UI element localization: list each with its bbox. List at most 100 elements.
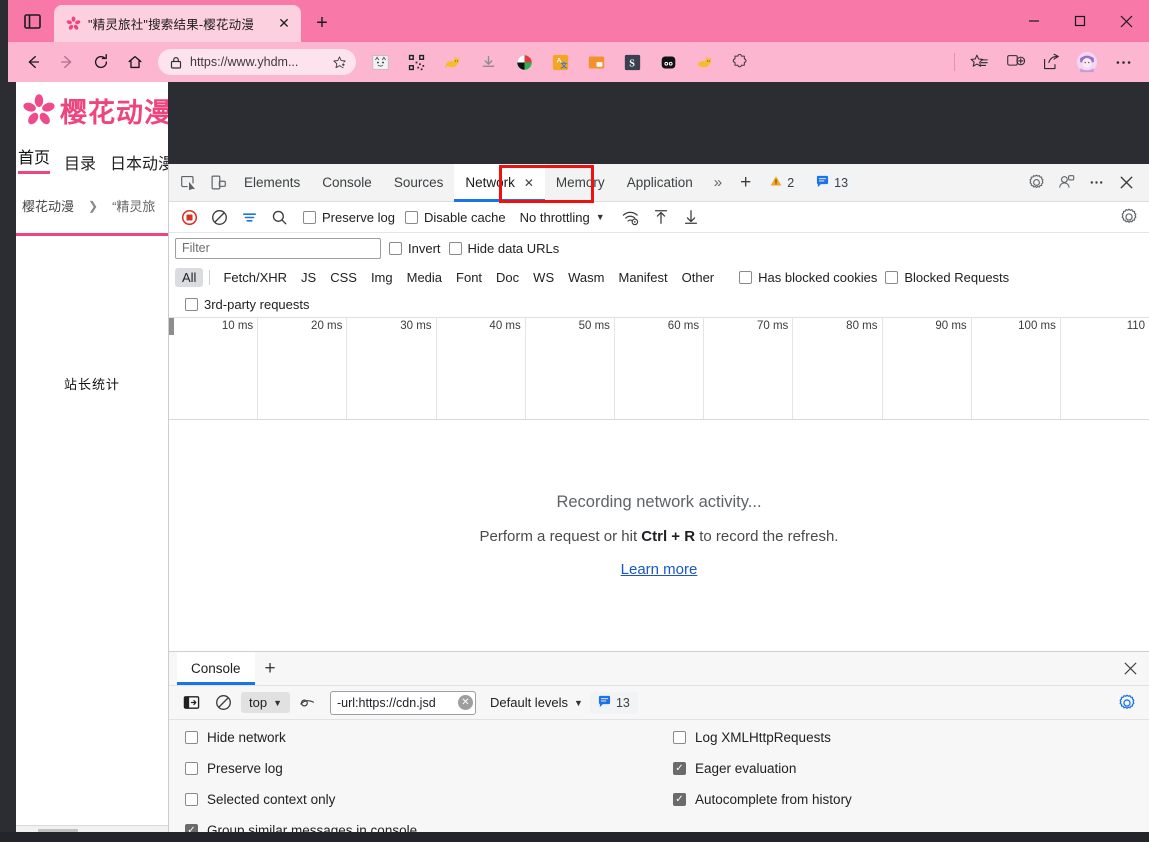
- tab-console[interactable]: Console: [311, 164, 383, 202]
- search-icon[interactable]: [265, 204, 293, 230]
- disable-cache-box[interactable]: [404, 210, 418, 224]
- browser-tab[interactable]: "精灵旅社"搜索结果-樱花动漫 ✕: [54, 5, 301, 42]
- panda-extension-icon[interactable]: [653, 47, 683, 77]
- favorite-star-icon[interactable]: [328, 55, 350, 70]
- clear-filter-icon[interactable]: ✕: [458, 695, 473, 710]
- picture-in-picture-extension-icon[interactable]: [581, 47, 611, 77]
- tab-memory[interactable]: Memory: [545, 164, 616, 202]
- has-blocked-cookies-checkbox[interactable]: Has blocked cookies: [739, 270, 877, 285]
- export-har-icon[interactable]: [677, 204, 705, 230]
- invert-checkbox[interactable]: Invert: [389, 241, 441, 256]
- split-screen-icon[interactable]: [1000, 47, 1030, 77]
- tab-application[interactable]: Application: [616, 164, 704, 202]
- breadcrumb-root[interactable]: 樱花动漫: [22, 196, 74, 215]
- device-toolbar-icon[interactable]: [203, 168, 233, 198]
- address-bar[interactable]: https://www.yhdm...: [158, 49, 356, 75]
- type-filter-js[interactable]: JS: [294, 268, 323, 287]
- filter-icon[interactable]: [235, 204, 263, 230]
- message-badge[interactable]: 13: [808, 171, 857, 194]
- type-filter-css[interactable]: CSS: [323, 268, 364, 287]
- add-panel-button[interactable]: +: [732, 172, 759, 194]
- site-nav-item-japanese[interactable]: 日本动漫: [110, 150, 168, 174]
- network-conditions-icon[interactable]: [617, 204, 645, 230]
- hide-data-urls-box[interactable]: [448, 241, 462, 255]
- tab-network[interactable]: Network ✕: [454, 163, 545, 202]
- learn-more-link[interactable]: Learn more: [621, 561, 698, 578]
- warning-badge[interactable]: 2: [762, 171, 803, 194]
- console-preserve-log-checkbox[interactable]: Preserve log: [185, 761, 659, 776]
- type-filter-wasm[interactable]: Wasm: [561, 268, 611, 287]
- record-stop-icon[interactable]: [175, 204, 203, 230]
- color-wheel-extension-icon[interactable]: [509, 47, 539, 77]
- tab-sources[interactable]: Sources: [383, 164, 455, 202]
- console-sidebar-icon[interactable]: [177, 690, 205, 716]
- site-stat-counter[interactable]: 站长统计: [16, 374, 168, 393]
- has-blocked-cookies-box[interactable]: [739, 270, 753, 284]
- tab-network-close-icon[interactable]: ✕: [524, 176, 534, 190]
- yellow-cat2-extension-icon[interactable]: [689, 47, 719, 77]
- network-filter-input[interactable]: [175, 237, 381, 259]
- type-filter-img[interactable]: Img: [364, 268, 400, 287]
- autocomplete-history-checkbox[interactable]: Autocomplete from history: [673, 792, 852, 807]
- clear-icon[interactable]: [205, 204, 233, 230]
- new-tab-button[interactable]: +: [308, 10, 336, 36]
- hide-data-urls-checkbox[interactable]: Hide data URLs: [448, 241, 559, 256]
- console-message-badge[interactable]: 13: [589, 691, 638, 714]
- live-expression-icon[interactable]: [294, 690, 322, 716]
- selected-context-only-checkbox[interactable]: Selected context only: [185, 792, 659, 807]
- hide-network-checkbox[interactable]: Hide network: [185, 730, 659, 745]
- console-settings-gear-icon[interactable]: [1113, 690, 1141, 716]
- drawer-tab-console[interactable]: Console: [177, 652, 255, 685]
- disable-cache-checkbox[interactable]: Disable cache: [404, 210, 506, 225]
- throttling-select[interactable]: No throttling ▼: [520, 210, 605, 225]
- s-logo-extension-icon[interactable]: S: [617, 47, 647, 77]
- eager-evaluation-box[interactable]: [673, 762, 686, 775]
- console-filter-input[interactable]: [337, 695, 458, 710]
- selected-context-only-box[interactable]: [185, 793, 198, 806]
- site-nav-item-home[interactable]: 首页: [18, 144, 51, 174]
- drawer-add-tool-button[interactable]: +: [255, 658, 286, 680]
- more-tabs-chevron-icon[interactable]: »: [708, 174, 728, 191]
- settings-more-icon[interactable]: [1108, 47, 1138, 77]
- back-arrow-icon[interactable]: [16, 46, 50, 78]
- settings-gear-icon[interactable]: [1021, 168, 1051, 198]
- translate-extension-icon[interactable]: A文: [545, 47, 575, 77]
- tab-close-icon[interactable]: ✕: [273, 13, 295, 35]
- network-settings-gear-icon[interactable]: [1115, 204, 1143, 230]
- home-icon[interactable]: [118, 46, 152, 78]
- minimize-icon[interactable]: [1011, 0, 1057, 42]
- clear-console-icon[interactable]: [209, 690, 237, 716]
- site-nav-item-catalog[interactable]: 目录: [64, 150, 96, 174]
- preserve-log-box[interactable]: [303, 210, 316, 224]
- type-filter-manifest[interactable]: Manifest: [611, 268, 674, 287]
- console-preserve-log-box[interactable]: [185, 762, 198, 775]
- blocked-requests-checkbox[interactable]: Blocked Requests: [885, 270, 1009, 285]
- inspect-element-icon[interactable]: [173, 168, 203, 198]
- import-har-icon[interactable]: [647, 204, 675, 230]
- reload-icon[interactable]: [84, 46, 118, 78]
- log-xhr-box[interactable]: [673, 731, 686, 744]
- autocomplete-history-box[interactable]: [673, 793, 686, 806]
- type-filter-fetch-xhr[interactable]: Fetch/XHR: [216, 268, 294, 287]
- third-party-requests-checkbox[interactable]: 3rd-party requests: [185, 297, 310, 312]
- yellow-cat-extension-icon[interactable]: [437, 47, 467, 77]
- download-extension-icon[interactable]: [473, 47, 503, 77]
- tab-elements[interactable]: Elements: [233, 164, 311, 202]
- type-filter-other[interactable]: Other: [675, 268, 722, 287]
- blocked-requests-box[interactable]: [885, 270, 899, 284]
- qr-code-extension-icon[interactable]: [401, 47, 431, 77]
- maximize-icon[interactable]: [1057, 0, 1103, 42]
- type-filter-font[interactable]: Font: [449, 268, 489, 287]
- console-levels-select[interactable]: Default levels ▼: [490, 695, 583, 710]
- eager-evaluation-checkbox[interactable]: Eager evaluation: [673, 761, 852, 776]
- puzzle-extension-icon[interactable]: [725, 47, 755, 77]
- invert-box[interactable]: [389, 241, 402, 255]
- profile-avatar-icon[interactable]: [1072, 47, 1102, 77]
- type-filter-media[interactable]: Media: [400, 268, 449, 287]
- cat-face-extension-icon[interactable]: [365, 47, 395, 77]
- close-devtools-icon[interactable]: [1111, 168, 1141, 198]
- customize-devtools-icon[interactable]: [1051, 168, 1081, 198]
- more-options-icon[interactable]: [1081, 168, 1111, 198]
- hide-network-box[interactable]: [185, 731, 198, 744]
- third-party-requests-box[interactable]: [185, 297, 198, 311]
